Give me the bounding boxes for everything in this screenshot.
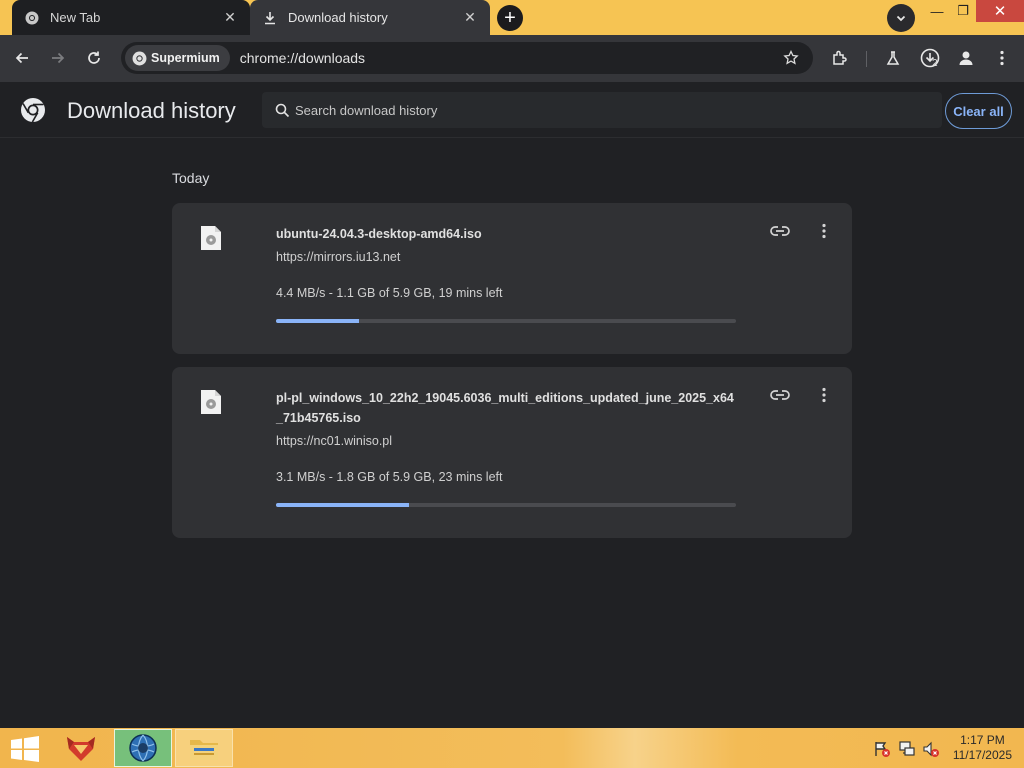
volume-muted-icon[interactable] bbox=[922, 740, 940, 758]
action-center-flag-icon[interactable] bbox=[873, 740, 891, 758]
site-info-chip[interactable]: Supermium bbox=[125, 45, 230, 71]
folder-icon bbox=[190, 740, 218, 760]
more-vert-icon bbox=[822, 387, 826, 403]
puzzle-icon bbox=[833, 50, 847, 65]
copy-link-button[interactable] bbox=[768, 219, 792, 243]
search-field[interactable] bbox=[262, 92, 942, 128]
more-vert-icon bbox=[822, 223, 826, 239]
restore-button[interactable]: ❐ bbox=[948, 0, 978, 22]
file-name-link[interactable]: ubuntu-24.04.3-desktop-amd64.iso bbox=[276, 224, 736, 244]
new-tab-button[interactable]: + bbox=[497, 5, 523, 31]
file-icon bbox=[201, 226, 221, 250]
file-name-link[interactable]: pl-pl_windows_10_22h2_19045.6036_multi_e… bbox=[276, 388, 736, 428]
progress-bar-fill bbox=[276, 503, 410, 507]
more-actions-button[interactable] bbox=[812, 383, 836, 407]
file-source-url[interactable]: https://mirrors.iu13.net bbox=[276, 250, 400, 264]
arrow-left-icon bbox=[15, 52, 28, 64]
url-text[interactable]: chrome://downloads bbox=[240, 50, 365, 66]
browser-globe-icon bbox=[129, 734, 157, 762]
link-icon bbox=[770, 226, 790, 236]
more-vert-icon bbox=[1000, 50, 1004, 66]
download-icon bbox=[262, 10, 278, 26]
clock-time: 1:17 PM bbox=[960, 733, 1005, 747]
toolbar-divider bbox=[866, 51, 867, 67]
tab-download-history[interactable]: Download history ✕ bbox=[250, 0, 490, 35]
clear-all-button[interactable]: Clear all bbox=[945, 93, 1012, 129]
link-icon bbox=[770, 390, 790, 400]
taskbar-app-filezilla[interactable] bbox=[52, 729, 110, 767]
profile-button[interactable] bbox=[953, 45, 979, 71]
copy-link-button[interactable] bbox=[768, 383, 792, 407]
file-icon bbox=[201, 390, 221, 414]
bookmark-star-icon[interactable] bbox=[781, 48, 801, 68]
person-icon bbox=[959, 51, 973, 65]
progress-bar bbox=[276, 319, 736, 323]
close-icon[interactable]: ✕ bbox=[462, 9, 478, 26]
system-clock[interactable]: 1:17 PM 11/17/2025 bbox=[953, 733, 1012, 763]
progress-bar-fill bbox=[276, 319, 359, 323]
chrome-logo-icon bbox=[21, 98, 45, 123]
arrow-right-icon bbox=[52, 52, 65, 64]
reload-icon bbox=[88, 51, 100, 64]
taskbar-app-file-explorer[interactable] bbox=[175, 729, 233, 767]
forward-button[interactable] bbox=[45, 45, 71, 71]
labs-button[interactable] bbox=[880, 45, 906, 71]
windows-start-icon[interactable] bbox=[10, 736, 40, 762]
chevron-down-icon bbox=[896, 15, 906, 22]
origin-chip-label: Supermium bbox=[151, 51, 220, 65]
close-icon[interactable]: ✕ bbox=[222, 9, 238, 26]
tab-strip: New Tab ✕ Download history ✕ + — ❐ ✕ bbox=[0, 0, 1024, 35]
extensions-button[interactable] bbox=[827, 45, 853, 71]
app-logo-icon bbox=[67, 737, 95, 761]
file-source-url[interactable]: https://nc01.winiso.pl bbox=[276, 434, 392, 448]
download-status: 3.1 MB/s - 1.8 GB of 5.9 GB, 23 mins lef… bbox=[276, 470, 503, 484]
search-input[interactable] bbox=[295, 102, 895, 118]
reload-button[interactable] bbox=[81, 45, 107, 71]
supermium-icon bbox=[131, 50, 147, 66]
back-button[interactable] bbox=[9, 45, 35, 71]
tab-new-tab[interactable]: New Tab ✕ bbox=[12, 0, 250, 35]
tab-title: Download history bbox=[288, 10, 388, 25]
menu-button[interactable] bbox=[989, 45, 1015, 71]
downloads-count-badge: 2 bbox=[932, 58, 938, 69]
taskbar-app-browser[interactable] bbox=[114, 729, 172, 767]
tab-search-button[interactable] bbox=[887, 4, 915, 32]
chrome-icon bbox=[24, 10, 40, 26]
clock-date: 11/17/2025 bbox=[952, 748, 1012, 762]
downloads-button[interactable] bbox=[917, 45, 943, 71]
address-bar[interactable]: Supermium chrome://downloads bbox=[121, 42, 813, 74]
more-actions-button[interactable] bbox=[812, 219, 836, 243]
taskbar: 1:17 PM 11/17/2025 bbox=[0, 728, 1024, 768]
tab-title: New Tab bbox=[50, 10, 101, 25]
download-item: ubuntu-24.04.3-desktop-amd64.iso https:/… bbox=[172, 203, 852, 354]
page-title: Download history bbox=[67, 98, 236, 123]
search-icon bbox=[272, 100, 292, 120]
page-header: Download history Clear all bbox=[0, 82, 1024, 138]
download-status: 4.4 MB/s - 1.1 GB of 5.9 GB, 19 mins lef… bbox=[276, 286, 503, 300]
download-item: pl-pl_windows_10_22h2_19045.6036_multi_e… bbox=[172, 367, 852, 538]
toolbar: Supermium chrome://downloads bbox=[0, 35, 1024, 82]
progress-bar bbox=[276, 503, 736, 507]
date-section-label: Today bbox=[172, 170, 210, 186]
network-icon[interactable] bbox=[898, 740, 916, 758]
window-close-button[interactable]: ✕ bbox=[976, 0, 1024, 22]
flask-icon bbox=[886, 51, 900, 65]
